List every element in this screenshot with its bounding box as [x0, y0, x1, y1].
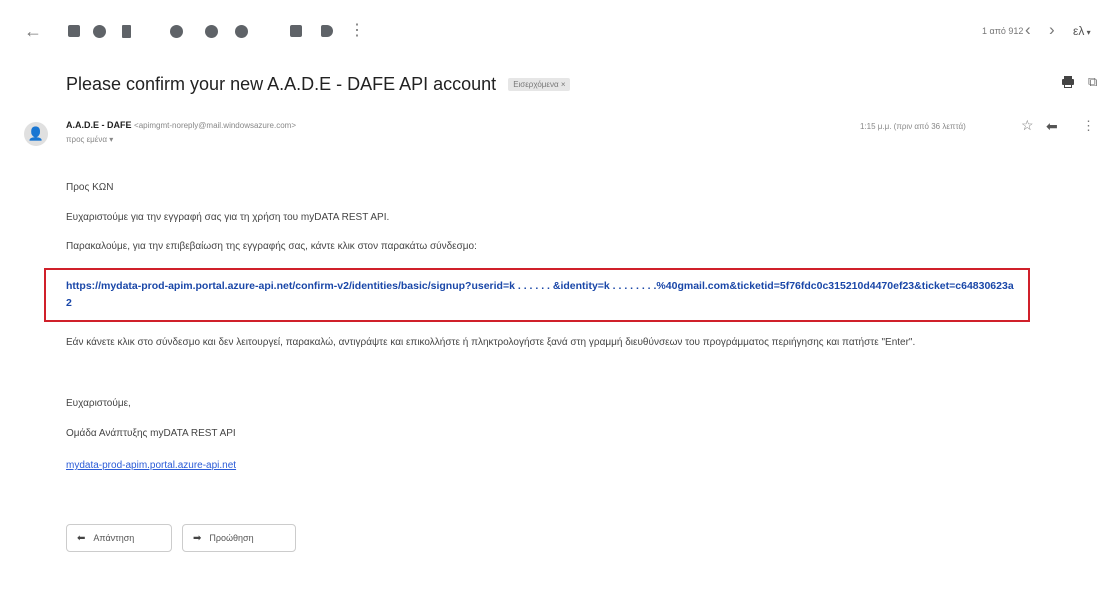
add-task-icon[interactable]: [232, 22, 250, 40]
labels-icon[interactable]: [318, 22, 336, 40]
archive-icon[interactable]: [65, 22, 83, 40]
move-to-icon[interactable]: [287, 22, 305, 40]
newer-icon[interactable]: ‹: [1025, 20, 1031, 40]
snooze-icon[interactable]: [202, 22, 220, 40]
reply-icon[interactable]: ⬅: [1046, 118, 1058, 135]
fallback-instructions: Εάν κάνετε κλικ στο σύνδεσμο και δεν λει…: [66, 337, 916, 348]
sender-email: <apimgmt-noreply@mail.windowsazure.com>: [134, 121, 296, 130]
highlight-box: https://mydata-prod-apim.portal.azure-ap…: [44, 268, 1030, 322]
email-timestamp: 1:15 μ.μ. (πριν από 36 λεπτά): [860, 122, 966, 131]
language-selector[interactable]: ελ ▾: [1073, 24, 1091, 38]
forward-arrow-icon: ➡: [193, 532, 202, 544]
report-spam-icon[interactable]: [90, 22, 108, 40]
language-label: ελ: [1073, 24, 1085, 38]
closing: Ευχαριστούμε,: [66, 398, 131, 409]
sender-row: A.A.D.E - DAFE <apimgmt-noreply@mail.win…: [66, 120, 296, 130]
mark-unread-icon[interactable]: [167, 22, 185, 40]
thanks-line: Ευχαριστούμε για την εγγραφή σας για τη …: [66, 212, 390, 223]
back-arrow-icon[interactable]: ←: [24, 21, 42, 41]
new-window-icon[interactable]: ⧉: [1088, 74, 1097, 90]
confirm-link[interactable]: https://mydata-prod-apim.portal.azure-ap…: [66, 278, 1016, 312]
email-subject: Please confirm your new A.A.D.E - DAFE A…: [66, 73, 497, 94]
greeting: Προς ΚΩΝ: [66, 182, 114, 193]
star-icon[interactable]: ☆: [1021, 117, 1034, 134]
print-icon[interactable]: [1062, 76, 1074, 88]
more-options-icon[interactable]: ⋮: [1082, 118, 1095, 134]
team-signature: Ομάδα Ανάπτυξης myDATA REST API: [66, 428, 236, 439]
recipient-details[interactable]: προς εμένα ▾: [66, 135, 113, 144]
site-link[interactable]: mydata-prod-apim.portal.azure-api.net: [66, 460, 236, 471]
forward-button[interactable]: ➡ Προώθηση: [182, 524, 296, 552]
more-icon[interactable]: ⋮: [348, 22, 366, 40]
pager: 1 από 912: [982, 26, 1024, 36]
inbox-label-chip[interactable]: Εισερχόμενα ×: [508, 77, 571, 91]
reply-label: Απάντηση: [93, 533, 135, 543]
delete-icon[interactable]: [117, 22, 135, 40]
instruction-line: Παρακαλούμε, για την επιβεβαίωση της εγγ…: [66, 241, 477, 252]
toolbar: ← ⋮ 1 από 912 ‹ › ελ ▾: [0, 0, 1110, 62]
avatar: 👤: [24, 122, 48, 146]
sender-name[interactable]: A.A.D.E - DAFE: [66, 120, 132, 130]
reply-button[interactable]: ⬅ Απάντηση: [66, 524, 172, 552]
reply-arrow-icon: ⬅: [77, 532, 86, 544]
older-icon[interactable]: ›: [1049, 20, 1055, 40]
subject-row: Please confirm your new A.A.D.E - DAFE A…: [66, 70, 571, 98]
forward-label: Προώθηση: [209, 533, 254, 543]
